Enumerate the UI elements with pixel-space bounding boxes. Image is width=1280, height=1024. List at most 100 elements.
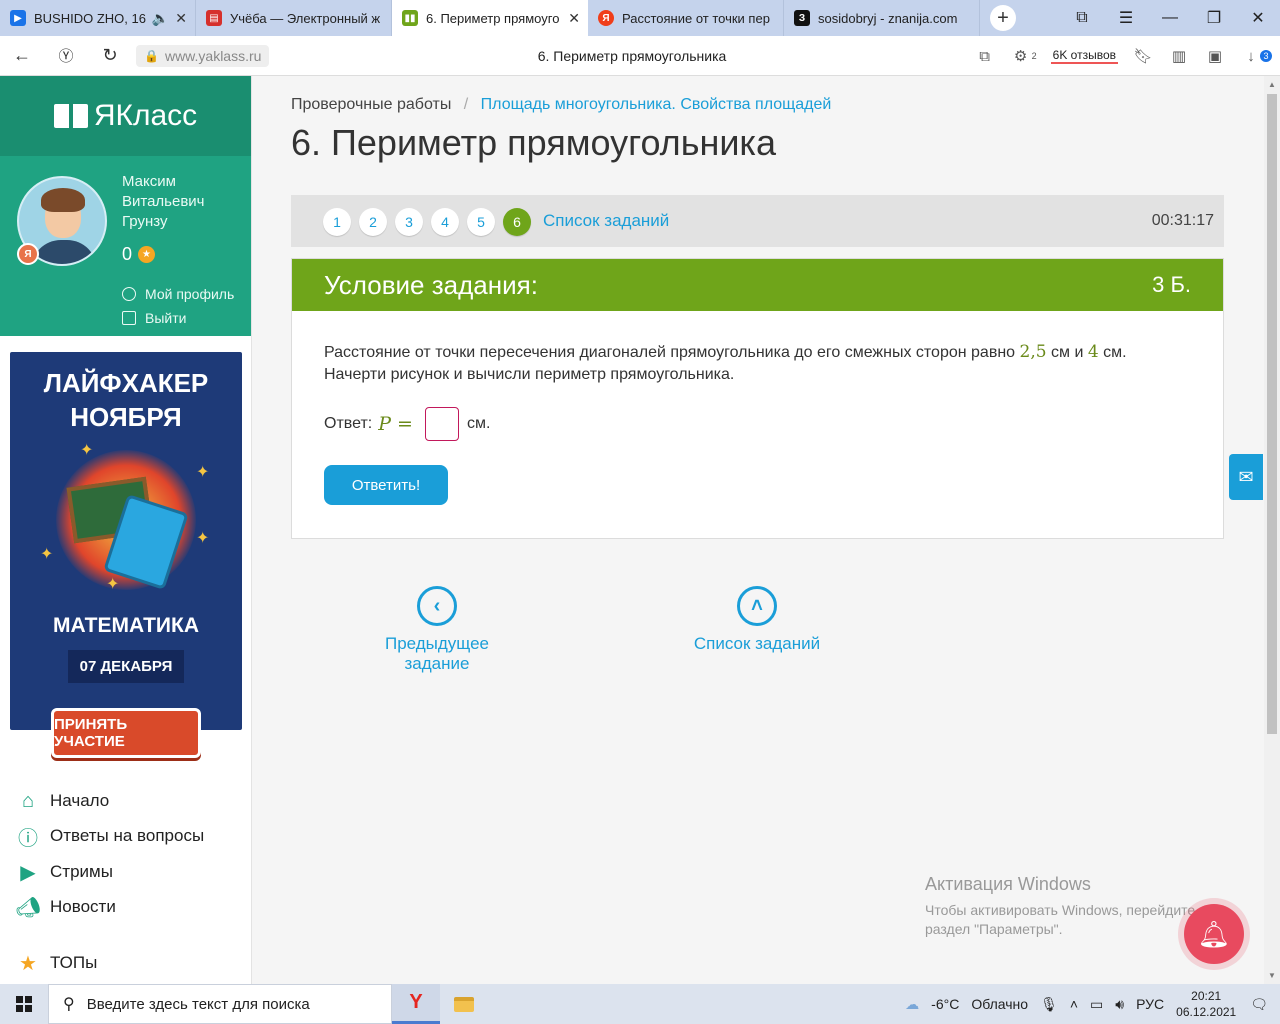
cloud-icon: ☁ [905,995,920,1012]
breadcrumb-root[interactable]: Проверочные работы [291,96,451,113]
task-navigation: 1 2 3 4 5 6 Список заданий 00:31:17 [291,195,1224,247]
copy-icon[interactable]: ⧉ [974,48,996,65]
tab-znanija[interactable]: З sosidobryj - znanija.com [784,0,980,36]
sidebar-item-home[interactable]: ⌂ Начало [16,790,246,812]
close-window-icon[interactable]: ✕ [1236,8,1280,28]
temperature[interactable]: -6°C [931,996,959,1012]
task-points: 3 Б. [1152,272,1191,297]
task-number-5[interactable]: 5 [467,208,495,236]
answer-unit: см. [466,415,491,432]
weather-text[interactable]: Облачно [971,996,1028,1012]
chevron-up-icon[interactable]: ˄ [1070,996,1078,1012]
sidebar-item-tops[interactable]: ★ ТОПы [16,952,246,975]
sidebar-item-streams[interactable]: ▶ Стримы [16,861,246,884]
promo-illustration: ✦ ✦ ✦ ✦ ✦ [40,442,210,593]
tab-title: Учёба — Электронный ж [230,10,381,26]
task-number-4[interactable]: 4 [431,208,459,236]
answer-input[interactable] [424,407,459,441]
previous-task-link[interactable]: ‹ Предыдущее задание [352,586,522,674]
notification-bell-icon[interactable]: 🔔︎ [1184,904,1244,964]
task-number-3[interactable]: 3 [395,208,423,236]
task-card: Условие задания: 3 Б. Расстояние от точк… [291,258,1224,539]
user-profile: Я Максим Витальевич Грунзу 0 ★ Мой профи… [0,156,251,336]
download-count-badge: 3 [1260,50,1272,62]
download-icon[interactable]: ↓ [1240,48,1262,65]
notifications-icon[interactable]: 🗨︎ [1250,996,1268,1013]
file-explorer-taskbar-icon[interactable] [440,984,488,1024]
menu-icon[interactable]: ☰ [1104,8,1148,28]
yandex-favicon-icon: Я [598,10,614,26]
back-icon[interactable]: ← [0,45,44,66]
tab-manager-icon[interactable]: ⚙ [1010,47,1032,65]
clock[interactable]: 20:21 06.12.2021 [1176,988,1236,1020]
close-tab-icon[interactable]: ✕ [568,10,580,27]
address-bar: ← Ⓨ ↻ 🔒 www.yaklass.ru 6. Периметр прямо… [0,36,1280,76]
promo-headline: ЛАЙФХАКЕР НОЯБРЯ [43,368,209,432]
submit-button[interactable]: Ответить! [324,465,448,505]
door-icon [122,311,136,325]
answer-label: Ответ: [324,415,373,432]
reviews-badge[interactable]: 6K отзывов [1050,48,1118,64]
volume-icon[interactable]: 🔊︎ [1115,996,1124,1013]
language-indicator[interactable]: РУС [1136,996,1164,1012]
task-list-link[interactable]: Список заданий [543,211,669,231]
task-list-bottom-link[interactable]: ˄ Список заданий [673,586,841,654]
restore-icon[interactable]: ❐ [1192,8,1236,28]
task-number-1[interactable]: 1 [323,208,351,236]
logout-link[interactable]: Выйти [122,310,186,326]
scroll-down-icon[interactable]: ▼ [1264,971,1280,980]
yandex-browser-taskbar-icon[interactable]: Y [392,984,440,1024]
megaphone-icon: 📣︎ [15,896,41,919]
new-tab-icon[interactable]: + [990,5,1016,31]
book-icon [53,104,88,128]
scroll-up-icon[interactable]: ▲ [1264,80,1280,89]
task-number-2[interactable]: 2 [359,208,387,236]
tab-bushido[interactable]: ▶ BUSHIDO ZHO, 1630 🔈 ✕ [0,0,196,36]
profile-icon [122,287,136,301]
tab-title: Расстояние от точки пер [622,10,770,26]
chevron-up-icon: ˄ [737,586,777,626]
network-icon[interactable]: ▭ [1090,996,1103,1013]
feedback-mail-icon[interactable]: ✉ [1229,454,1263,500]
scroll-thumb[interactable] [1267,94,1277,734]
logo-text: ЯКласс [93,99,198,132]
search-icon: ⚲ [63,996,75,1013]
tab-perimeter[interactable]: ▮▮ 6. Периметр прямоуго ✕ [392,0,588,36]
url-text: www.yaklass.ru [164,47,262,64]
sidebar-item-answers[interactable]: ⓘ Ответы на вопросы [16,825,246,850]
join-button[interactable]: ПРИНЯТЬ УЧАСТИЕ [51,708,201,758]
my-profile-link[interactable]: Мой профиль [122,286,234,302]
breadcrumb-topic[interactable]: Площадь многоугольника. Свойства площаде… [481,96,832,113]
rank-badge-icon: Я [17,243,39,265]
user-name: Максим Витальевич Грунзу [122,173,205,230]
scrollbar[interactable]: ▲ ▼ [1264,76,1280,984]
url-field[interactable]: 🔒 www.yaklass.ru [136,44,270,67]
reload-icon[interactable]: ↻ [88,45,132,66]
close-tab-icon[interactable]: ✕ [175,10,187,27]
promo-subject: МАТЕМАТИКА [53,614,199,637]
tabs-icon[interactable]: ⧉ [1060,9,1104,27]
promo-date: 07 ДЕКАБРЯ [67,650,185,683]
answer-variable: P = [378,413,413,435]
windows-activation-watermark: Активация Windows Чтобы активировать Win… [925,874,1207,937]
collections-icon[interactable]: ▥ [1168,47,1190,65]
lock-icon: 🔒 [144,48,159,63]
yandex-icon[interactable]: Ⓨ [44,45,88,66]
promo-banner[interactable]: ЛАЙФХАКЕР НОЯБРЯ ✦ ✦ ✦ ✦ ✦ МАТЕМАТИКА 07… [10,352,242,730]
system-tray: ☁ -6°C Облачно 🎙︎ ˄ ▭ 🔊︎ РУС 20:21 06.12… [905,984,1280,1024]
tab-distance[interactable]: Я Расстояние от точки пер [588,0,784,36]
bookmark-icon[interactable]: 🔖︎ [1132,47,1154,65]
sidebar-item-news[interactable]: 📣︎ Новости [15,896,246,919]
minimize-icon[interactable]: — [1148,9,1192,27]
breadcrumb: Проверочные работы / Площадь многоугольн… [291,96,832,113]
tab-title: 6. Периметр прямоуго [426,10,560,26]
protect-icon[interactable]: ▣ [1204,47,1226,65]
windows-start-icon[interactable] [0,984,48,1024]
window-controls: ⧉ ☰ — ❐ ✕ [1060,0,1280,36]
speaker-icon[interactable]: 🔈 [152,10,169,27]
tab-ucheba[interactable]: ▤ Учёба — Электронный ж [196,0,392,36]
microphone-icon[interactable]: 🎙︎ [1040,996,1058,1013]
yaklass-logo[interactable]: ЯКласс [0,76,251,156]
taskbar-search[interactable]: ⚲ Введите здесь текст для поиска [48,984,392,1024]
task-number-6-current[interactable]: 6 [503,208,531,236]
